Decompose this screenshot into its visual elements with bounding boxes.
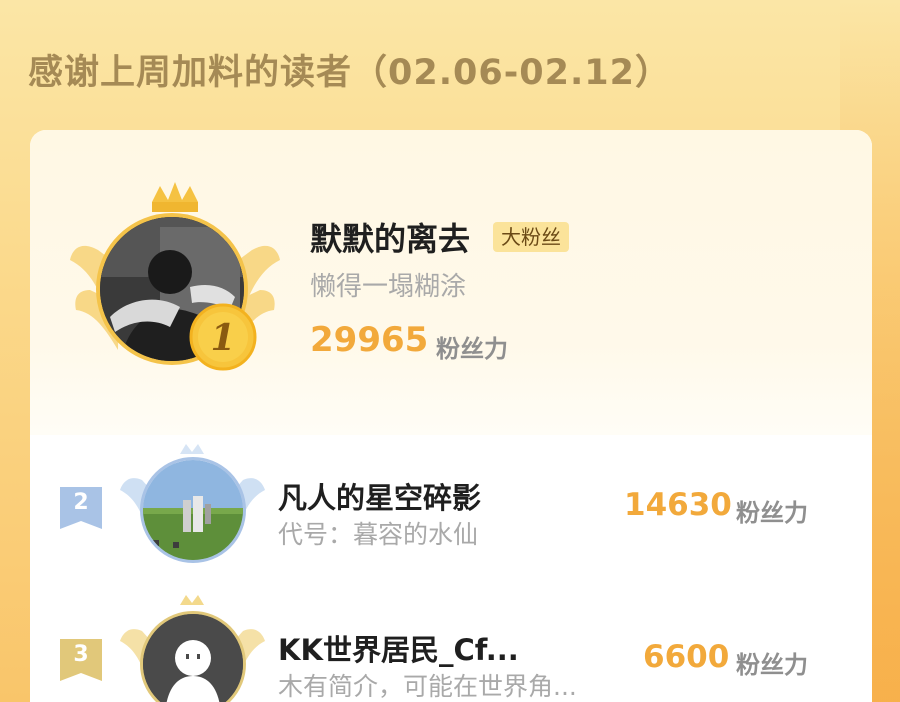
rank-number: 2 [73,490,89,515]
rank-number: 3 [73,642,89,667]
fan-score: 14630 [624,487,732,523]
fan-score-unit: 粉丝力 [736,651,808,679]
fan-level-badge: 大粉丝 [493,222,569,252]
default-avatar-icon [143,614,243,702]
top-fan-section[interactable]: 1 默默的离去 大粉丝 懒得一塌糊涂 29965 粉丝力 [30,130,872,435]
fan-bio: 代号：暮容的水仙 [278,520,479,549]
minecraft-avatar-icon [143,460,243,560]
list-item[interactable]: 3 KK世界居民_Cf... 木有简介，可能在世界角... 6600 粉丝力 [30,595,872,702]
top-fan-bio: 懒得一塌糊涂 [310,272,467,302]
top-fan-name[interactable]: 默默的离去 [310,214,470,260]
rank-1-medal-icon: 1 [189,303,257,371]
top-fan-score: 29965 [310,320,429,360]
fan-name[interactable]: KK世界居民_Cf... [278,627,519,669]
fan-score-unit: 粉丝力 [736,499,808,527]
fan-bio: 木有简介，可能在世界角... [278,672,577,701]
fan-name[interactable]: 凡人的星空碎影 [278,475,481,517]
top-fan-score-unit: 粉丝力 [436,335,508,363]
leaderboard-card: 1 默默的离去 大粉丝 懒得一塌糊涂 29965 粉丝力 2 凡人的星空碎影 代… [30,130,872,702]
fan-leaderboard-page: 感谢上周加料的读者（02.06-02.12） 1 默默的离去 大粉丝 懒得一塌糊… [0,0,900,702]
fan-avatar[interactable] [140,457,246,563]
fan-score: 6600 [643,639,730,675]
list-item[interactable]: 2 凡人的星空碎影 代号：暮容的水仙 14630 粉丝力 [30,435,872,565]
rank-1-number: 1 [210,317,235,359]
page-title: 感谢上周加料的读者（02.06-02.12） [28,53,671,93]
